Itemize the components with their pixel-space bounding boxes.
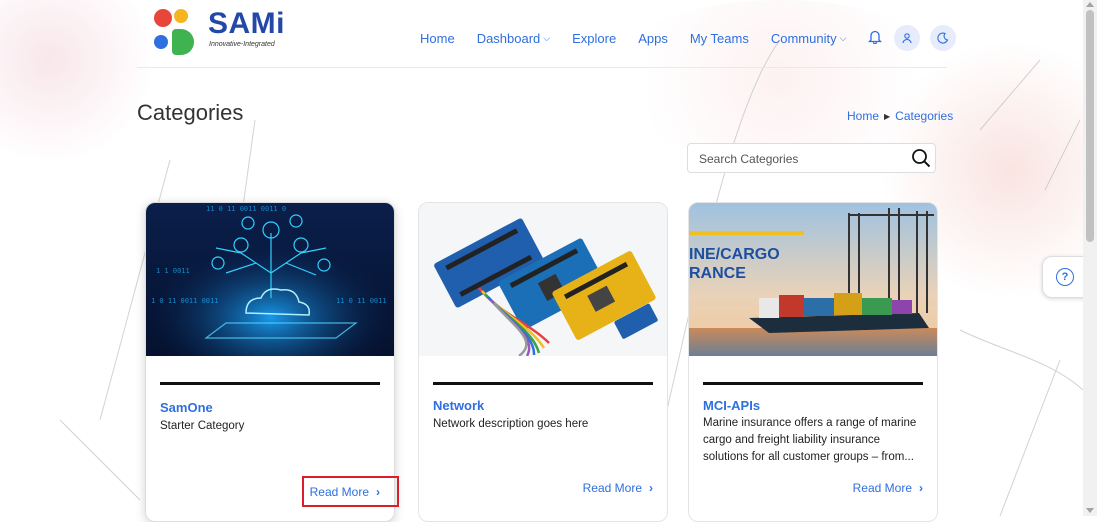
moon-icon[interactable] <box>930 25 957 51</box>
category-card-mci-apis[interactable]: INE/CARGO RANCE MCI-APIs Marine insuranc… <box>688 202 938 522</box>
card-description: Network description goes here <box>433 418 589 430</box>
card-divider <box>433 382 653 385</box>
chevron-down-icon: ⌵ <box>839 32 847 43</box>
category-card-network[interactable]: Network Network description goes here Re… <box>418 202 668 522</box>
question-icon: ? <box>1056 268 1074 286</box>
logo[interactable]: SAMi Innovative-Integrated <box>154 7 285 55</box>
brand-tagline: Innovative-Integrated <box>209 41 275 48</box>
card-title[interactable]: MCI-APIs <box>703 398 760 413</box>
search-box <box>687 143 936 173</box>
card-description: Starter Category <box>160 420 245 432</box>
chevron-right-icon: › <box>919 481 923 495</box>
svg-text:11 0 11 0011 0011 0: 11 0 11 0011 0011 0 <box>206 205 286 213</box>
page-title: Categories <box>137 100 244 125</box>
card-description: Marine insurance offers a range of marin… <box>703 417 917 463</box>
scrollbar-thumb[interactable] <box>1086 10 1094 242</box>
nav-explore[interactable]: Explore <box>572 31 616 46</box>
card-title[interactable]: Network <box>433 398 484 413</box>
card-title[interactable]: SamOne <box>160 400 213 415</box>
scrollbar[interactable] <box>1083 0 1097 516</box>
category-card-samone[interactable]: 1 0 11 0011 0011 11 0 11 0011 11 0 11 00… <box>145 202 395 522</box>
arduino-boards-image <box>419 203 667 356</box>
brand-name: SAMi <box>208 7 285 40</box>
svg-text:1 1 0011: 1 1 0011 <box>156 267 190 275</box>
user-icon[interactable] <box>894 25 921 51</box>
search-icon[interactable] <box>911 148 931 168</box>
chevron-right-icon: › <box>649 481 653 495</box>
caret-right-icon: ▶ <box>884 111 891 121</box>
image-caption-line-2: RANCE <box>689 265 746 282</box>
main-nav: Home Dashboard ⌵ Explore Apps My Teams Co… <box>420 25 966 51</box>
svg-text:11 0 11 0011: 11 0 11 0011 <box>336 297 387 305</box>
breadcrumb: Home ▶ Categories <box>847 109 953 123</box>
read-more-link[interactable]: Read More › <box>583 481 653 495</box>
nav-dashboard[interactable]: Dashboard ⌵ <box>477 31 550 46</box>
read-more-link[interactable]: Read More › <box>853 481 923 495</box>
chevron-down-icon: ⌵ <box>543 32 551 43</box>
nav-apps[interactable]: Apps <box>638 31 668 46</box>
help-button[interactable]: ? <box>1042 256 1088 298</box>
card-divider <box>160 382 380 385</box>
nav-my-teams[interactable]: My Teams <box>690 31 749 46</box>
scroll-up-icon[interactable] <box>1086 2 1094 7</box>
search-input[interactable] <box>697 151 901 167</box>
highlight-box <box>302 476 399 507</box>
scroll-down-icon[interactable] <box>1086 508 1094 513</box>
image-caption-line-1: INE/CARGO <box>689 246 780 263</box>
nav-home[interactable]: Home <box>420 31 455 46</box>
breadcrumb-home[interactable]: Home <box>847 109 879 123</box>
cargo-ship-image: INE/CARGO RANCE <box>689 203 937 356</box>
svg-text:1 0 11 0011 0011: 1 0 11 0011 0011 <box>151 297 218 305</box>
card-divider <box>703 382 923 385</box>
breadcrumb-current[interactable]: Categories <box>895 109 953 123</box>
header-divider <box>137 67 947 68</box>
cloud-circuit-image: 1 0 11 0011 0011 11 0 11 0011 11 0 11 00… <box>146 203 394 356</box>
nav-community[interactable]: Community ⌵ <box>771 31 847 46</box>
bell-icon[interactable] <box>868 29 883 48</box>
